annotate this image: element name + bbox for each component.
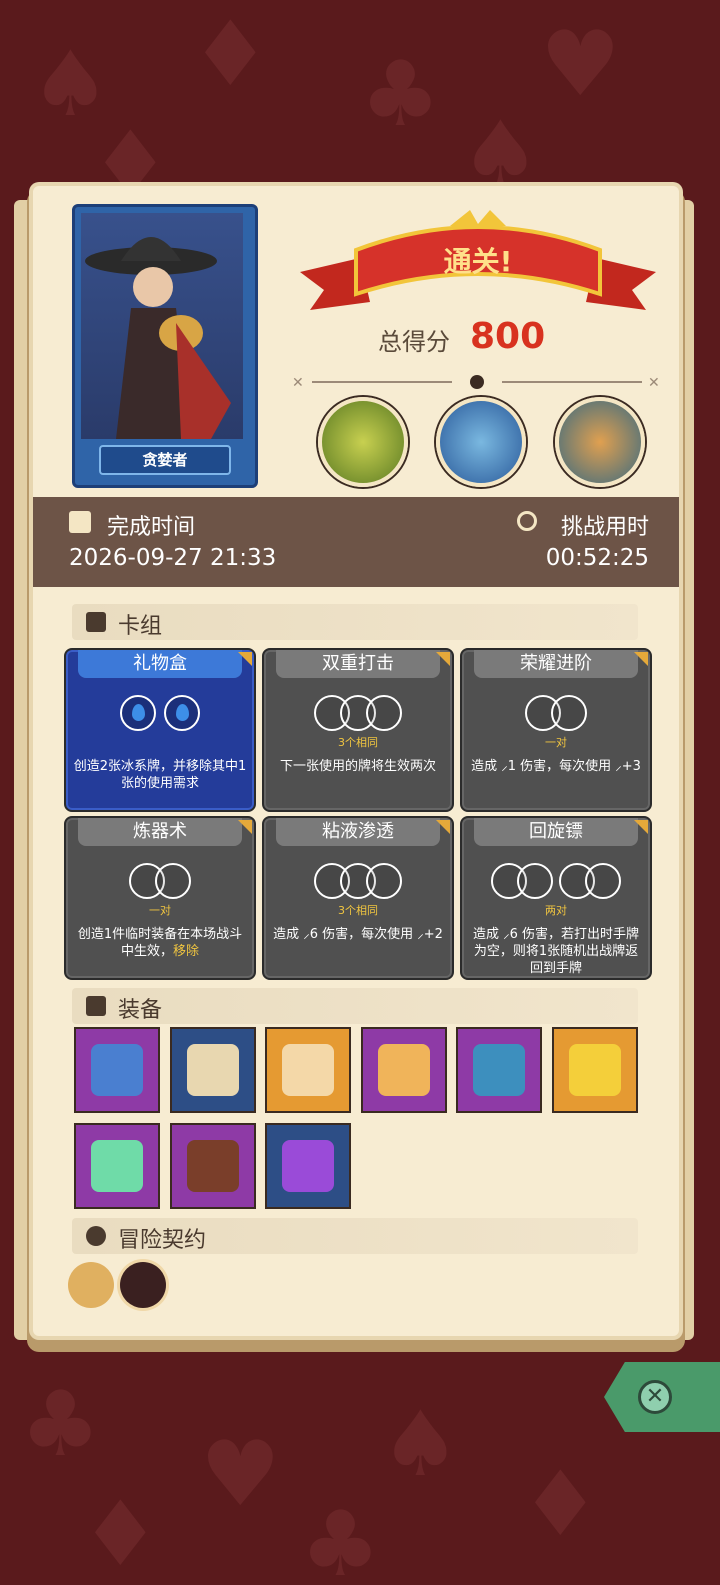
equipment-slot[interactable] — [456, 1027, 542, 1113]
equipment-slot[interactable] — [74, 1123, 160, 1209]
card-gems — [66, 860, 254, 902]
equipment-slot[interactable] — [265, 1123, 351, 1209]
card-requirement: 3个相同 — [338, 904, 378, 917]
card-requirement: 一对 — [149, 904, 171, 917]
card-desc-text: 造成 ⸝6 伤害，若打出时手牌为空，则将1张随机出战牌返回到手牌 — [472, 927, 640, 976]
tunic-icon — [91, 1044, 143, 1096]
equipment-slot[interactable] — [74, 1027, 160, 1113]
person-icon — [86, 1226, 106, 1246]
deck-card[interactable]: 炼器术一对创造1件临时装备在本场战斗中生效，移除 — [64, 816, 256, 980]
gem-slot-icon — [517, 863, 553, 899]
gem-slot-icon — [155, 863, 191, 899]
dice-icon — [91, 1140, 143, 1192]
contract-title: 冒险契约 — [118, 1228, 207, 1253]
boss-crowned-icon — [436, 397, 526, 487]
deck-card[interactable]: 双重打击 3个相同下一张使用的牌将生效两次 — [262, 648, 454, 812]
card-desc-highlight: 移除 — [173, 944, 200, 959]
scroll-icon — [186, 1044, 239, 1096]
card-description: 创造1件临时装备在本场战斗中生效，移除 — [72, 926, 248, 960]
contract-header: 冒险契约 — [72, 1218, 638, 1254]
glove-icon — [377, 1044, 430, 1096]
card-gems — [66, 692, 254, 734]
card-description: 造成 ⸝6 伤害，若打出时手牌为空，则将1张随机出战牌返回到手牌 — [468, 926, 644, 977]
card-desc-text: 下一张使用的牌将生效两次 — [279, 759, 436, 774]
crown-icon — [568, 1044, 621, 1096]
deck-title: 卡组 — [118, 614, 163, 639]
svg-text:✕: ✕ — [648, 375, 660, 391]
card-desc-text: 造成 ⸝6 伤害，每次使用 ⸝+2 — [273, 927, 443, 942]
character-art — [81, 213, 243, 439]
card-desc-text: 造成 ⸝1 伤害，每次使用 ⸝+3 — [471, 759, 641, 774]
card-title: 粘液渗透 — [276, 818, 440, 846]
close-button[interactable]: ✕ — [638, 1380, 672, 1414]
gem-slot-icon — [120, 695, 156, 731]
deck-card[interactable]: 回旋镖两对造成 ⸝6 伤害，若打出时手牌为空，则将1张随机出战牌返回到手牌 — [460, 816, 652, 980]
ring-icon — [282, 1044, 334, 1096]
boss-serpent-icon — [555, 397, 645, 487]
divider-ornament: ✕ ✕ — [292, 372, 662, 392]
scroll-contract-icon[interactable] — [68, 1262, 114, 1308]
deck-card[interactable]: 荣耀进阶一对造成 ⸝1 伤害，每次使用 ⸝+3 — [460, 648, 652, 812]
deck-card[interactable]: 粘液渗透 3个相同造成 ⸝6 伤害，每次使用 ⸝+2 — [262, 816, 454, 980]
score-label: 总得分 — [378, 328, 450, 356]
card-desc-text: 创造2张冰系牌，并移除其中1张的使用需求 — [73, 759, 247, 791]
equipment-title: 装备 — [118, 998, 163, 1023]
card-description: 造成 ⸝6 伤害，每次使用 ⸝+2 — [270, 926, 446, 943]
deck-header: 卡组 — [72, 604, 638, 640]
pipe-icon[interactable] — [120, 1262, 166, 1308]
equipment-slot[interactable] — [265, 1027, 351, 1113]
score-value: 800 — [470, 316, 546, 357]
card-description: 造成 ⸝1 伤害，每次使用 ⸝+3 — [468, 758, 644, 775]
card-title: 荣耀进阶 — [474, 650, 638, 678]
card-requirement: 两对 — [545, 904, 567, 917]
gem-slot-icon — [551, 695, 587, 731]
card-description: 创造2张冰系牌，并移除其中1张的使用需求 — [72, 758, 248, 792]
box-icon — [86, 996, 106, 1016]
equipment-slot[interactable] — [169, 1123, 256, 1209]
duration-label: 挑战用时 — [560, 515, 649, 540]
info-bar: 完成时间 2026-09-27 21:33 挑战用时 00:52:25 — [33, 497, 679, 587]
finish-time-value: 2026-09-27 21:33 — [69, 545, 277, 571]
card-requirement: 一对 — [545, 736, 567, 749]
card-title: 礼物盒 — [78, 650, 242, 678]
finish-time-label: 完成时间 — [107, 515, 196, 540]
character-portrait: 贪婪者 — [72, 204, 258, 488]
card-gems — [462, 692, 650, 734]
gem-slot-icon — [366, 863, 402, 899]
card-requirement: 3个相同 — [338, 736, 378, 749]
equipment-slot[interactable] — [169, 1027, 256, 1113]
gem-slot-icon — [366, 695, 402, 731]
svg-text:✕: ✕ — [292, 375, 304, 391]
card-description: 下一张使用的牌将生效两次 — [270, 758, 446, 775]
card-desc-text: 创造1件临时装备在本场战斗中生效， — [77, 927, 243, 959]
card-title: 双重打击 — [276, 650, 440, 678]
deck-card[interactable]: 礼物盒创造2张冰系牌，并移除其中1张的使用需求 — [64, 648, 256, 812]
potion-icon — [282, 1140, 334, 1192]
boss-skeleton-icon — [318, 397, 408, 487]
equipment-slot[interactable] — [551, 1027, 638, 1113]
gem-slot-icon — [164, 695, 200, 731]
banner-text: 通关! — [443, 245, 513, 278]
card-title: 炼器术 — [78, 818, 242, 846]
character-name: 贪婪者 — [99, 445, 231, 475]
cards-icon — [86, 612, 106, 632]
gem-slot-icon — [585, 863, 621, 899]
card-gems — [264, 860, 452, 902]
card-title: 回旋镖 — [474, 818, 638, 846]
stopwatch-icon — [517, 511, 537, 531]
card-gems — [264, 692, 452, 734]
equipment-slot[interactable] — [360, 1027, 447, 1113]
equipment-header: 装备 — [72, 988, 638, 1024]
crest-icon — [473, 1044, 525, 1096]
clear-banner: 通关! — [300, 210, 656, 320]
button-icon — [186, 1140, 239, 1192]
duration-value: 00:52:25 — [545, 545, 649, 571]
calendar-icon — [69, 511, 91, 533]
card-gems — [462, 860, 650, 902]
